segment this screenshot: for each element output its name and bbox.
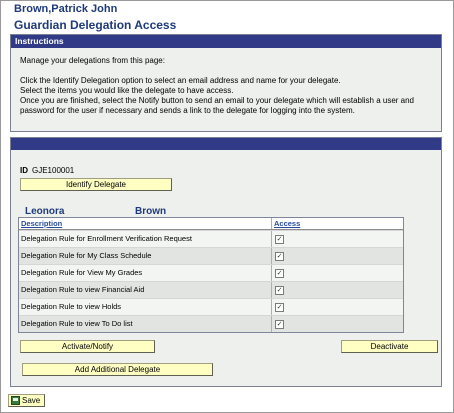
- page-title: Guardian Delegation Access: [14, 18, 177, 32]
- instructions-line: Click the Identify Delegation option to …: [20, 76, 341, 85]
- access-checkbox[interactable]: ✓: [275, 269, 284, 278]
- access-column-header[interactable]: Access: [272, 218, 300, 229]
- rule-description: Delegation Rule to view Financial Aid: [19, 282, 272, 298]
- instructions-line: Manage your delegations from this page:: [20, 56, 165, 65]
- save-button[interactable]: Save: [8, 394, 45, 407]
- delegate-last-name: Brown: [135, 206, 167, 217]
- access-checkbox[interactable]: ✓: [275, 286, 284, 295]
- instructions-line: Select the items you would like the dele…: [20, 86, 234, 95]
- delegation-panel: ID GJE100001 Identify Delegate Leonora Br…: [10, 137, 442, 387]
- deactivate-button[interactable]: Deactivate: [341, 340, 438, 353]
- table-header: Description Access: [19, 218, 403, 230]
- instructions-heading: Instructions: [11, 35, 441, 48]
- instructions-line: Once you are finished, select the Notify…: [20, 96, 415, 105]
- table-row: Delegation Rule for My Class Schedule ✓: [19, 247, 403, 264]
- person-name: Brown,Patrick John: [14, 3, 118, 15]
- identify-delegate-button[interactable]: Identify Delegate: [20, 178, 172, 191]
- instructions-panel: Instructions Manage your delegations fro…: [10, 34, 442, 132]
- save-icon: [11, 396, 20, 405]
- description-column-header[interactable]: Description: [19, 218, 272, 229]
- access-checkbox[interactable]: ✓: [275, 303, 284, 312]
- delegation-panel-header: [11, 138, 441, 150]
- instructions-text: Manage your delegations from this page: …: [11, 48, 441, 116]
- activate-notify-button[interactable]: Activate/Notify: [20, 340, 155, 353]
- id-label: ID: [20, 166, 28, 175]
- table-row: Delegation Rule to view To Do list ✓: [19, 315, 403, 332]
- add-additional-delegate-button[interactable]: Add Additional Delegate: [22, 363, 213, 376]
- rule-description: Delegation Rule for Enrollment Verificat…: [19, 231, 272, 247]
- save-label: Save: [22, 396, 41, 405]
- rule-description: Delegation Rule for View My Grades: [19, 265, 272, 281]
- access-checkbox[interactable]: ✓: [275, 235, 284, 244]
- id-value: GJE100001: [32, 166, 75, 175]
- delegation-rules-table: Description Access Delegation Rule for E…: [18, 217, 404, 333]
- table-row: Delegation Rule to view Financial Aid ✓: [19, 281, 403, 298]
- rule-description: Delegation Rule to view Holds: [19, 299, 272, 315]
- instructions-line: password for the user if necessary and s…: [20, 106, 355, 115]
- rule-description: Delegation Rule to view To Do list: [19, 316, 272, 332]
- table-row: Delegation Rule to view Holds ✓: [19, 298, 403, 315]
- access-checkbox[interactable]: ✓: [275, 320, 284, 329]
- table-row: Delegation Rule for View My Grades ✓: [19, 264, 403, 281]
- id-row: ID GJE100001: [20, 166, 74, 175]
- access-checkbox[interactable]: ✓: [275, 252, 284, 261]
- rule-description: Delegation Rule for My Class Schedule: [19, 248, 272, 264]
- table-row: Delegation Rule for Enrollment Verificat…: [19, 230, 403, 247]
- delegate-first-name: Leonora: [25, 206, 65, 217]
